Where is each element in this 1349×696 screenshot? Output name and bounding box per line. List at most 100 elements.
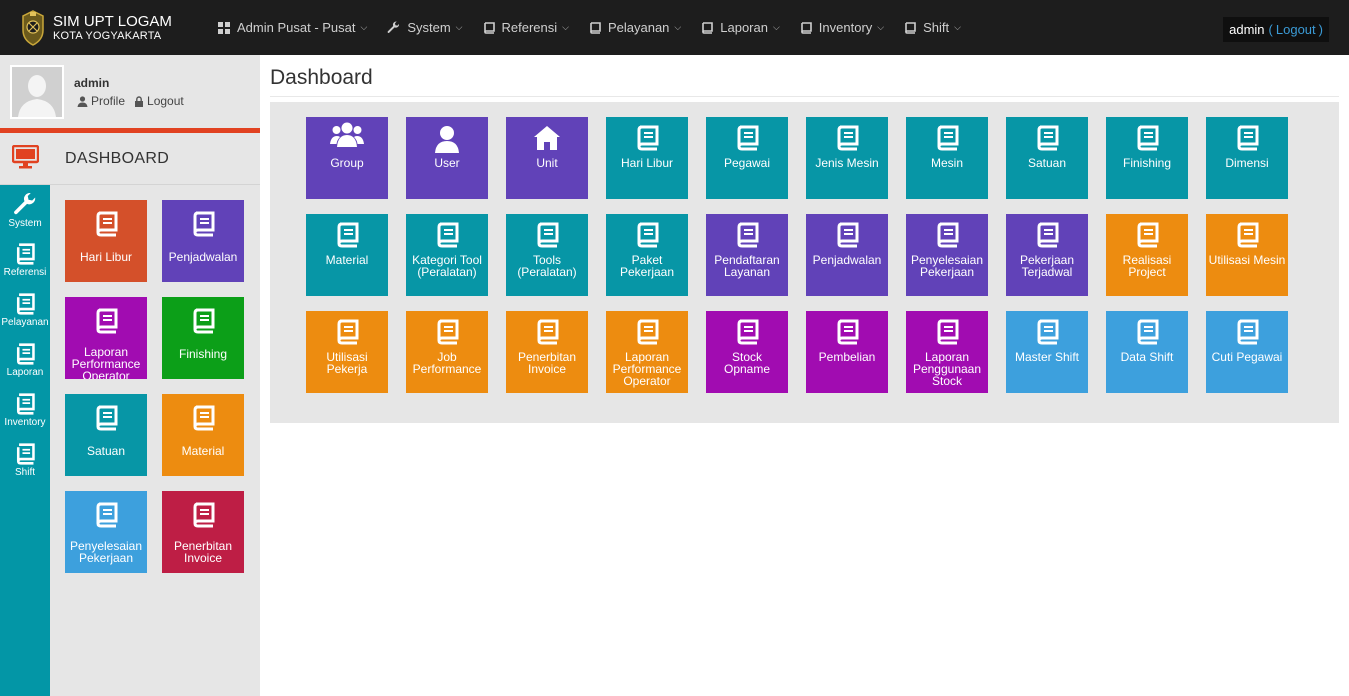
strip-item-pelayanan[interactable]: Pelayanan xyxy=(0,285,50,335)
side-tile-finishing[interactable]: Finishing xyxy=(162,297,244,379)
tile-finishing[interactable]: Finishing xyxy=(1106,117,1188,199)
book-icon xyxy=(16,342,35,365)
tile-penerbitan-invoice[interactable]: Penerbitan Invoice xyxy=(506,311,588,393)
book-icon xyxy=(637,222,659,248)
tile-pegawai[interactable]: Pegawai xyxy=(706,117,788,199)
side-tile-label: Penyelesaian Pekerjaan xyxy=(69,539,143,565)
strip-item-laporan[interactable]: Laporan xyxy=(0,335,50,385)
tile-label: Finishing xyxy=(1122,156,1172,170)
strip-item-referensi[interactable]: Referensi xyxy=(0,235,50,285)
book-icon xyxy=(1237,319,1259,345)
book-icon xyxy=(590,21,601,34)
side-tile-material[interactable]: Material xyxy=(162,394,244,476)
tile-kategori-tool[interactable]: Kategori Tool (Peralatan) xyxy=(406,214,488,296)
book-icon xyxy=(193,211,215,237)
strip-item-system[interactable]: System xyxy=(0,185,50,235)
side-tile-label: Satuan xyxy=(86,444,126,458)
nav-admin-pusat[interactable]: Admin Pusat - Pusat ⌵ xyxy=(208,0,377,55)
nav-shift[interactable]: Shift ⌵ xyxy=(894,0,971,55)
strip-item-shift[interactable]: Shift xyxy=(0,435,50,485)
tile-utilisasi-mesin[interactable]: Utilisasi Mesin xyxy=(1206,214,1288,296)
book-icon xyxy=(96,308,118,334)
tile-unit[interactable]: Unit xyxy=(506,117,588,199)
strip-label: Referensi xyxy=(3,266,47,278)
tile-user[interactable]: User xyxy=(406,117,488,199)
strip-item-inventory[interactable]: Inventory xyxy=(0,385,50,435)
tile-paket-pekerjaan[interactable]: Paket Pekerjaan xyxy=(606,214,688,296)
strip-label: Inventory xyxy=(4,416,46,428)
logout-link[interactable]: Logout xyxy=(1276,22,1316,37)
nav-label: Shift xyxy=(923,20,950,35)
nav-label: Laporan xyxy=(720,20,768,35)
book-icon xyxy=(737,319,759,345)
tile-pendaftaran-layanan[interactable]: Pendaftaran Layanan xyxy=(706,214,788,296)
tile-laporan-performance-operator[interactable]: Laporan Performance Operator xyxy=(606,311,688,393)
strip-label: Shift xyxy=(14,466,35,478)
users-icon xyxy=(330,122,364,147)
sidebar-dashboard-header[interactable]: DASHBOARD xyxy=(0,133,260,185)
chevron-down-icon: ⌵ xyxy=(954,22,961,32)
tile-group[interactable]: Group xyxy=(306,117,388,199)
book-icon xyxy=(837,222,859,248)
tile-data-shift[interactable]: Data Shift xyxy=(1106,311,1188,393)
nav-label: Inventory xyxy=(818,20,873,35)
side-tile-penerbitan-invoice[interactable]: Penerbitan Invoice xyxy=(162,491,244,573)
user-silhouette-icon xyxy=(12,67,62,117)
tile-master-shift[interactable]: Master Shift xyxy=(1006,311,1088,393)
book-icon xyxy=(16,442,35,465)
tile-realisasi-project[interactable]: Realisasi Project xyxy=(1106,214,1188,296)
side-tile-laporan-performance-operator[interactable]: Laporan Performance Operator xyxy=(65,297,147,379)
nav-referensi[interactable]: Referensi ⌵ xyxy=(473,0,579,55)
wrench-icon xyxy=(14,192,36,214)
book-icon xyxy=(483,21,495,34)
book-icon xyxy=(800,21,812,34)
tile-material[interactable]: Material xyxy=(306,214,388,296)
book-icon xyxy=(1137,222,1159,248)
tile-pekerjaan-terjadwal[interactable]: Pekerjaan Terjadwal xyxy=(1006,214,1088,296)
tile-laporan-penggunaan-stock[interactable]: Laporan Penggunaan Stock xyxy=(906,311,988,393)
tile-label: Laporan Performance Operator xyxy=(612,350,682,388)
user-icon xyxy=(435,126,459,153)
tile-dimensi[interactable]: Dimensi xyxy=(1206,117,1288,199)
side-tile-label: Hari Libur xyxy=(79,250,133,264)
tile-label: Paket Pekerjaan xyxy=(619,253,675,279)
nav-pelayanan[interactable]: Pelayanan ⌵ xyxy=(579,0,691,55)
book-icon xyxy=(537,222,559,248)
tile-mesin[interactable]: Mesin xyxy=(906,117,988,199)
nav-laporan[interactable]: Laporan ⌵ xyxy=(691,0,790,55)
strip-label: Pelayanan xyxy=(1,316,49,328)
profile-link[interactable]: Profile xyxy=(77,94,125,108)
tile-label: User xyxy=(434,156,460,170)
tile-stock-opname[interactable]: Stock Opname xyxy=(706,311,788,393)
sidebar-logout-link[interactable]: Logout xyxy=(134,94,184,108)
tile-label: Pegawai xyxy=(723,156,771,170)
tile-label: Pembelian xyxy=(818,350,876,364)
side-tile-penjadwalan[interactable]: Penjadwalan xyxy=(162,200,244,282)
nav-label: Admin Pusat - Pusat xyxy=(237,20,356,35)
nav-system[interactable]: System ⌵ xyxy=(377,0,472,55)
tile-label: Kategori Tool (Peralatan) xyxy=(412,253,482,279)
side-tile-satuan[interactable]: Satuan xyxy=(65,394,147,476)
book-icon xyxy=(437,319,459,345)
tile-satuan[interactable]: Satuan xyxy=(1006,117,1088,199)
side-tile-hari-libur[interactable]: Hari Libur xyxy=(65,200,147,282)
tile-hari-libur[interactable]: Hari Libur xyxy=(606,117,688,199)
brand[interactable]: SIM UPT LOGAM KOTA YOGYAKARTA xyxy=(20,10,172,46)
tile-penyelesaian-pekerjaan[interactable]: Penyelesaian Pekerjaan xyxy=(906,214,988,296)
tile-penjadwalan[interactable]: Penjadwalan xyxy=(806,214,888,296)
monitor-icon xyxy=(12,145,39,169)
tile-pembelian[interactable]: Pembelian xyxy=(806,311,888,393)
side-tile-label: Penerbitan Invoice xyxy=(173,539,233,565)
tile-utilisasi-pekerja[interactable]: Utilisasi Pekerja xyxy=(306,311,388,393)
tile-jenis-mesin[interactable]: Jenis Mesin xyxy=(806,117,888,199)
nav-inventory[interactable]: Inventory ⌵ xyxy=(790,0,894,55)
tile-tools[interactable]: Tools (Peralatan) xyxy=(506,214,588,296)
nav-label: System xyxy=(407,20,451,35)
side-tile-penyelesaian-pekerjaan[interactable]: Penyelesaian Pekerjaan xyxy=(65,491,147,573)
chevron-down-icon: ⌵ xyxy=(455,22,463,32)
tile-cuti-pegawai[interactable]: Cuti Pegawai xyxy=(1206,311,1288,393)
tile-label: Material xyxy=(325,253,369,267)
nav-label: Pelayanan xyxy=(607,20,670,35)
sidebar-heading: DASHBOARD xyxy=(65,150,170,167)
tile-job-performance[interactable]: Job Performance xyxy=(406,311,488,393)
